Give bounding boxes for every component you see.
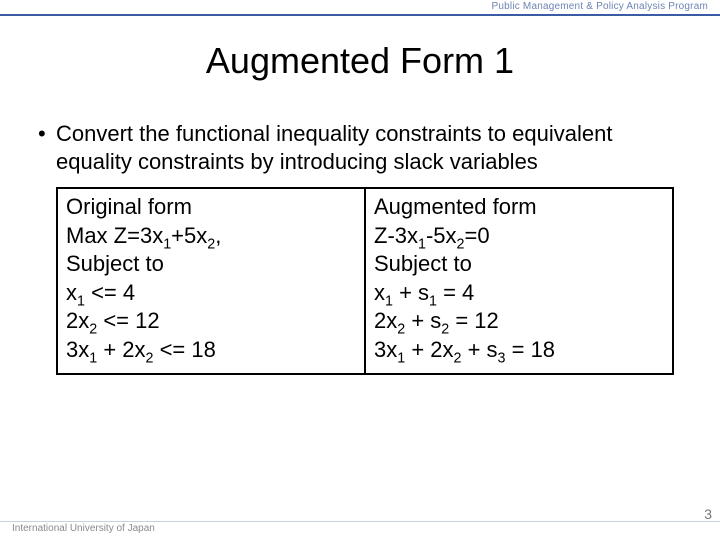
- slide: Public Management & Policy Analysis Prog…: [0, 0, 720, 540]
- orig-line-2: Max Z=3x1+5x2,: [66, 222, 356, 251]
- text-fragment: +5x: [171, 223, 207, 248]
- text-fragment: Z-3x: [374, 223, 418, 248]
- text-fragment: x: [374, 280, 385, 305]
- orig-line-5: 2x2 <= 12: [66, 307, 356, 336]
- text-fragment: + s: [405, 308, 441, 333]
- slide-title: Augmented Form 1: [0, 40, 720, 82]
- text-fragment: <= 4: [85, 280, 135, 305]
- aug-line-2: Z-3x1-5x2=0: [374, 222, 664, 251]
- bullet-text: Convert the functional inequality constr…: [56, 120, 690, 175]
- orig-line-3: Subject to: [66, 250, 356, 279]
- augmented-form-cell: Augmented form Z-3x1-5x2=0 Subject to x1…: [365, 188, 673, 374]
- forms-table-wrap: Original form Max Z=3x1+5x2, Subject to …: [56, 187, 690, 375]
- bottom-rule: [0, 521, 720, 522]
- text-fragment: 2x: [374, 308, 397, 333]
- bullet-dot: •: [38, 120, 56, 148]
- subscript: 1: [163, 236, 171, 252]
- bullet-item: • Convert the functional inequality cons…: [38, 120, 690, 175]
- aug-line-4: x1 + s1 = 4: [374, 279, 664, 308]
- text-fragment: 2x: [66, 308, 89, 333]
- subscript: 2: [207, 236, 215, 252]
- program-label: Public Management & Policy Analysis Prog…: [492, 1, 708, 12]
- text-fragment: + 2x: [97, 337, 145, 362]
- aug-line-1: Augmented form: [374, 193, 664, 222]
- orig-line-1: Original form: [66, 193, 356, 222]
- text-fragment: = 4: [437, 280, 474, 305]
- orig-line-4: x1 <= 4: [66, 279, 356, 308]
- top-rule: [0, 14, 720, 16]
- text-fragment: ,: [215, 223, 221, 248]
- text-fragment: Max Z=3x: [66, 223, 163, 248]
- text-fragment: 3x: [66, 337, 89, 362]
- text-fragment: x: [66, 280, 77, 305]
- text-fragment: + s: [461, 337, 497, 362]
- aug-line-6: 3x1 + 2x2 + s3 = 18: [374, 336, 664, 365]
- text-fragment: + 2x: [405, 337, 453, 362]
- orig-line-6: 3x1 + 2x2 <= 18: [66, 336, 356, 365]
- original-form-cell: Original form Max Z=3x1+5x2, Subject to …: [57, 188, 365, 374]
- aug-line-5: 2x2 + s2 = 12: [374, 307, 664, 336]
- forms-table: Original form Max Z=3x1+5x2, Subject to …: [56, 187, 674, 375]
- text-fragment: = 18: [506, 337, 556, 362]
- footer-org: International University of Japan: [12, 523, 155, 534]
- subscript: 1: [397, 350, 405, 366]
- text-fragment: =0: [464, 223, 489, 248]
- text-fragment: <= 12: [97, 308, 159, 333]
- page-number: 3: [704, 506, 712, 522]
- text-fragment: + s: [393, 280, 429, 305]
- subscript: 1: [89, 350, 97, 366]
- text-fragment: <= 18: [153, 337, 215, 362]
- text-fragment: = 12: [449, 308, 499, 333]
- aug-line-3: Subject to: [374, 250, 664, 279]
- text-fragment: 3x: [374, 337, 397, 362]
- subscript: 3: [498, 350, 506, 366]
- text-fragment: -5x: [426, 223, 457, 248]
- slide-body: • Convert the functional inequality cons…: [38, 120, 690, 375]
